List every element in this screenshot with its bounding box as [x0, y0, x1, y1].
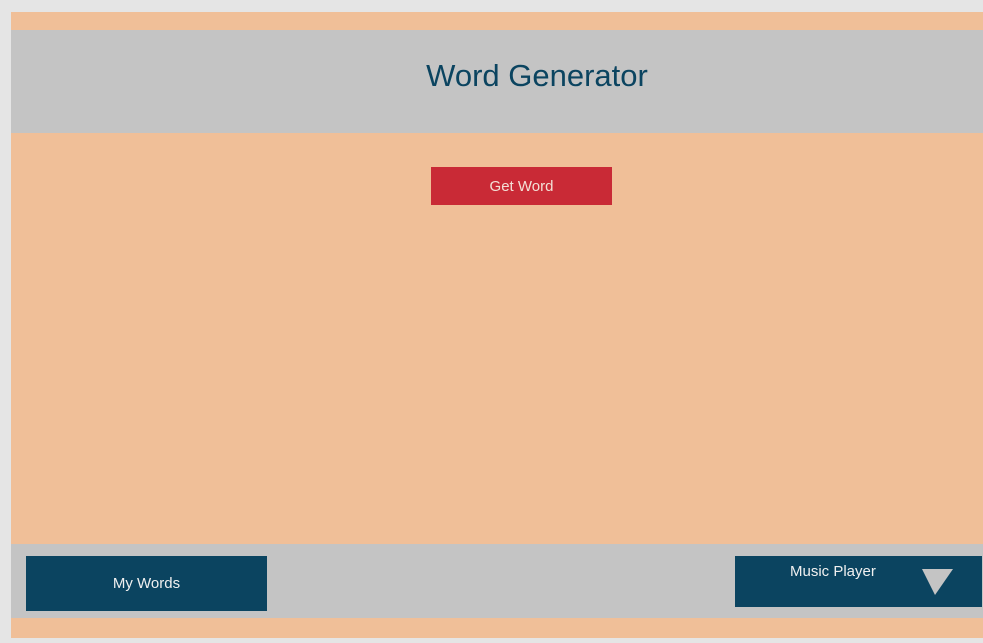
- play-icon: [922, 569, 953, 595]
- music-player-label: Music Player: [790, 563, 876, 580]
- my-words-button[interactable]: My Words: [26, 556, 267, 611]
- music-player-button[interactable]: Music Player: [735, 556, 982, 607]
- get-word-button[interactable]: Get Word: [431, 167, 612, 205]
- page-title: Word Generator: [426, 58, 648, 93]
